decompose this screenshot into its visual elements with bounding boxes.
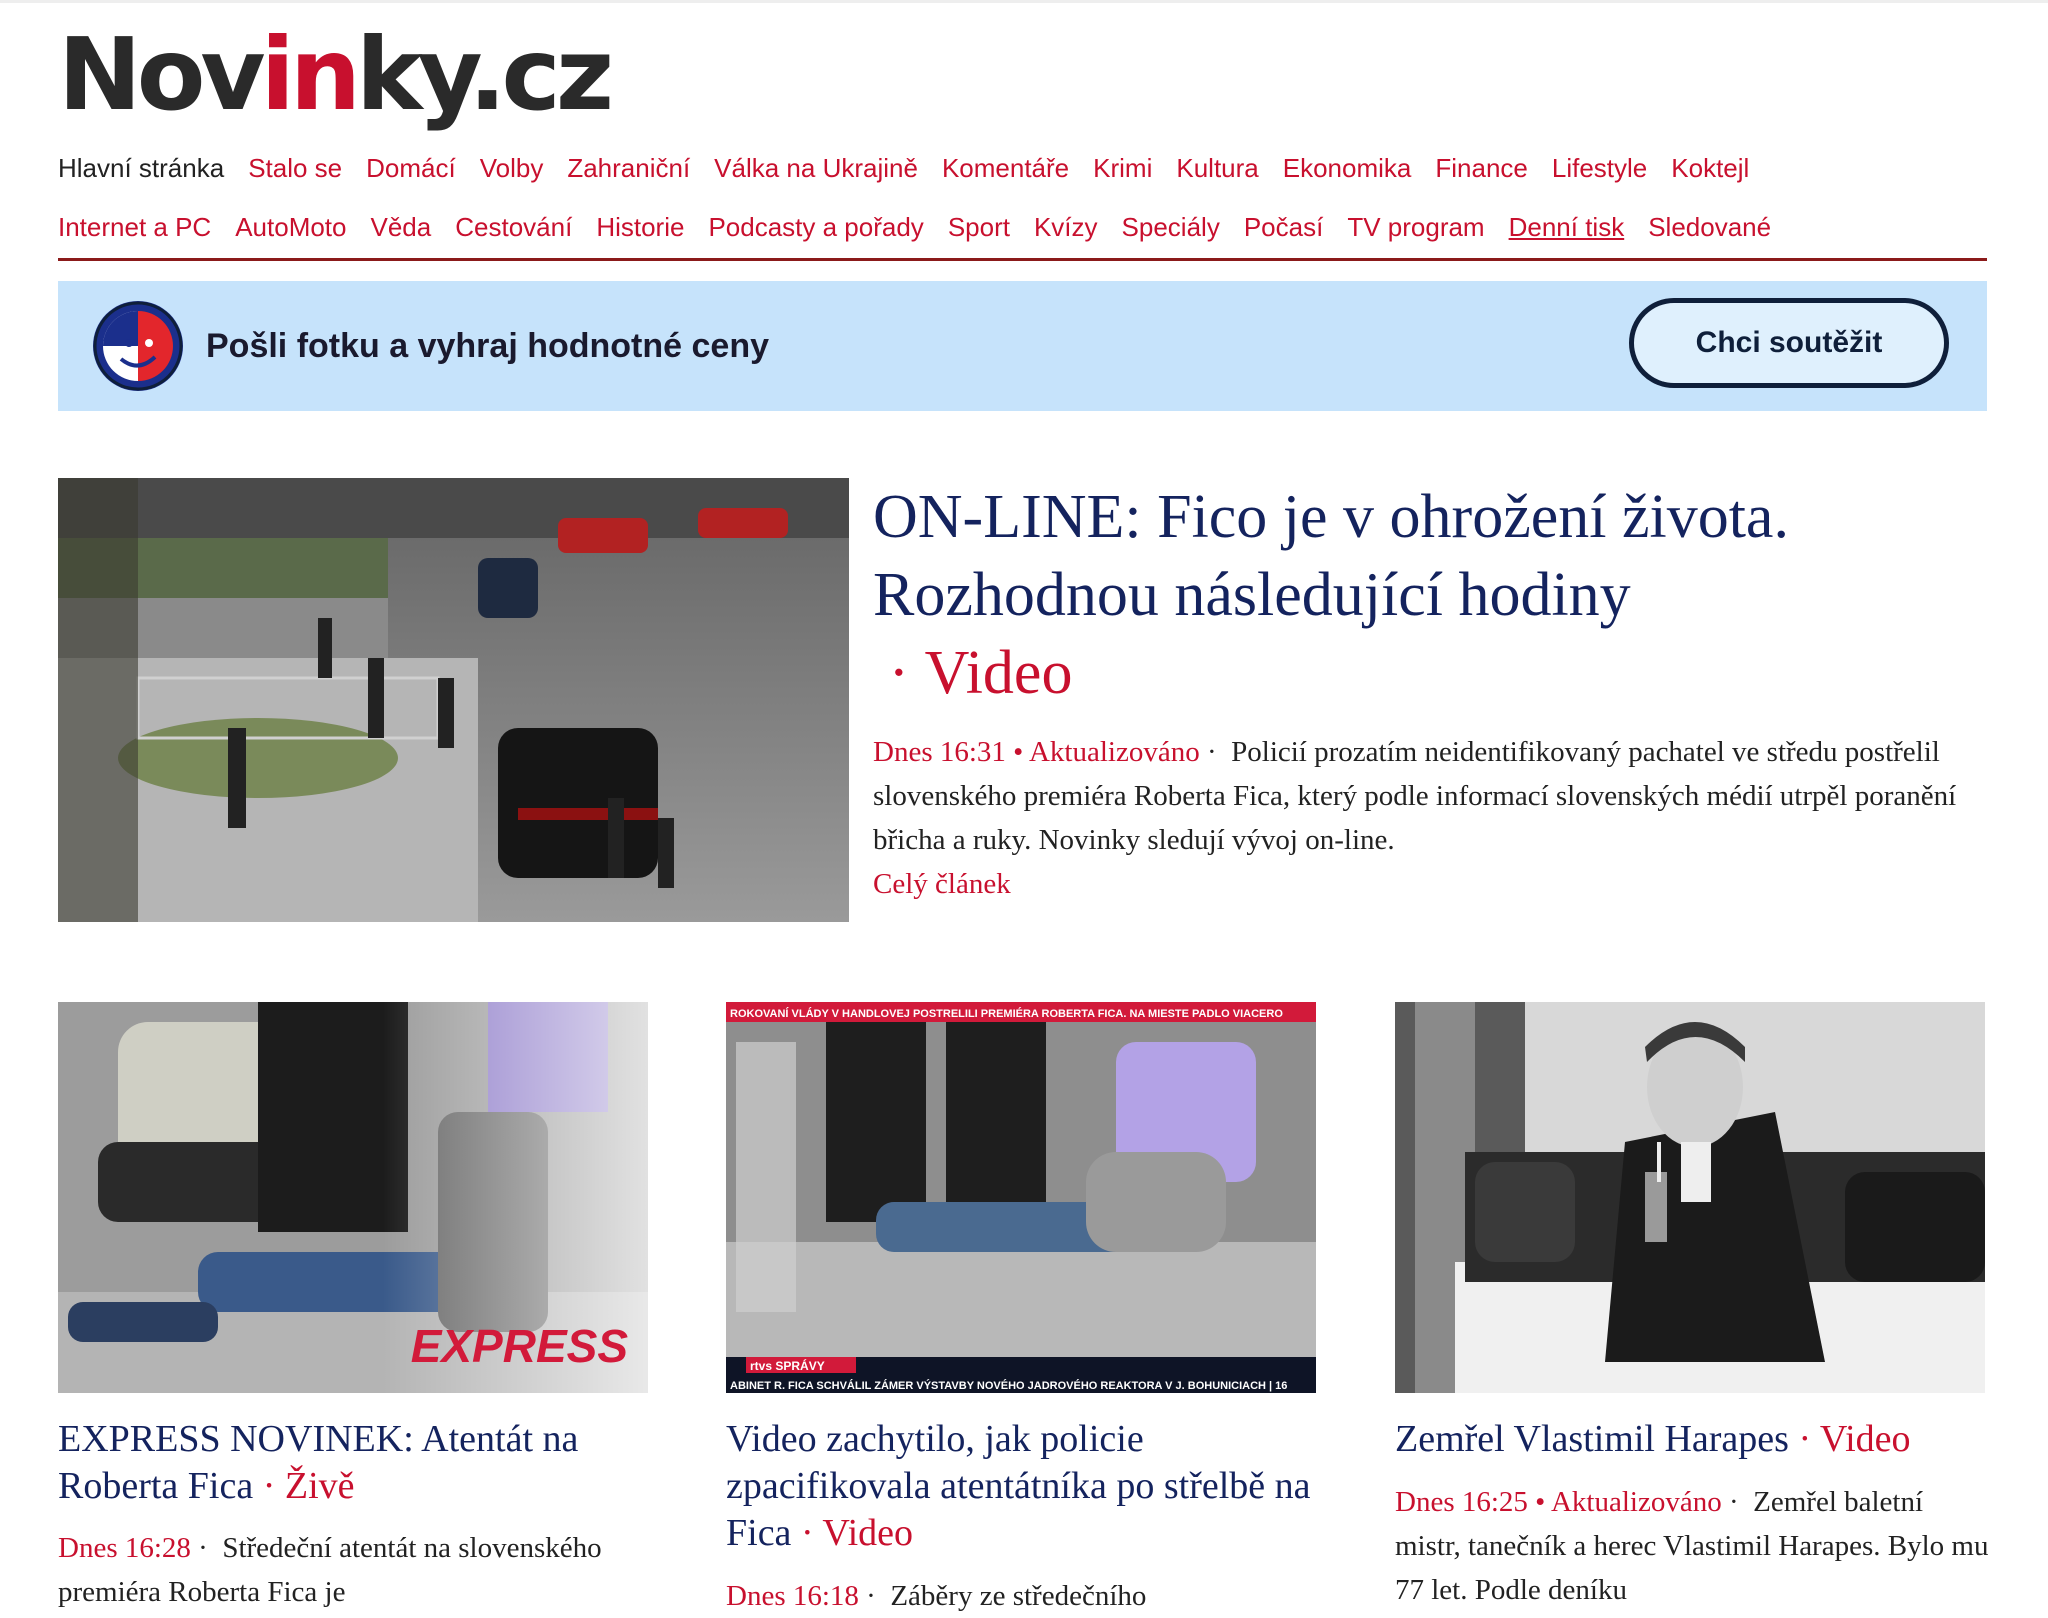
nav-item-cestovani[interactable]: Cestování xyxy=(455,209,572,245)
nav-item-denni-tisk[interactable]: Denní tisk xyxy=(1509,209,1625,245)
nav-item-podcasty[interactable]: Podcasty a pořady xyxy=(708,209,923,245)
card-2-tag[interactable]: Video xyxy=(822,1512,913,1554)
lead-article-image[interactable] xyxy=(58,478,849,922)
lead-article-headline[interactable]: ON-LINE: Fico je v ohrožení života. Rozh… xyxy=(873,478,1987,712)
nav-item-krimi[interactable]: Krimi xyxy=(1093,150,1152,186)
card-3-updated-label: Aktualizováno xyxy=(1550,1486,1722,1518)
card-2-rtvs-logo: rtvs SPRÁVY xyxy=(750,1358,825,1373)
top-border xyxy=(0,0,2048,3)
promo-text: Pošli fotku a vyhraj hodnotné ceny xyxy=(206,327,769,365)
logo-prefix: Nov xyxy=(58,16,266,133)
meta-dot: • xyxy=(1005,736,1029,768)
card-3-tag[interactable]: Video xyxy=(1820,1418,1911,1460)
card-2-headline[interactable]: Video zachytilo, jak policie zpacifikova… xyxy=(726,1416,1326,1557)
card-3-time: Dnes 16:25 xyxy=(1395,1486,1528,1518)
meta-dot: • xyxy=(1527,1486,1551,1518)
nav-item-volby[interactable]: Volby xyxy=(480,150,544,186)
lead-updated-label: Aktualizováno xyxy=(1028,736,1200,768)
nav-row-1: Hlavní stránka Stalo se Domácí Volby Zah… xyxy=(58,150,1773,186)
card-2-ticker-bottom: ABINET R. FICA SCHVÁLIL ZÁMER VÝSTAVBY N… xyxy=(730,1379,1287,1392)
nav-item-zahranicni[interactable]: Zahraniční xyxy=(567,150,690,186)
logo-suffix: ky.cz xyxy=(356,16,614,133)
promo-banner: Pošli fotku a vyhraj hodnotné ceny Chci … xyxy=(58,281,1987,411)
nav-divider xyxy=(58,258,1987,261)
tag-separator: · xyxy=(873,639,925,707)
meta-separator: · xyxy=(1721,1486,1754,1518)
lead-video-tag[interactable]: Video xyxy=(925,639,1073,707)
card-3-title[interactable]: Zemřel Vlastimil Harapes xyxy=(1395,1418,1789,1460)
logo-accent: in xyxy=(260,16,361,133)
tag-separator: · xyxy=(1788,1418,1820,1460)
card-1-tag[interactable]: Živě xyxy=(285,1465,355,1507)
nav-item-komentare[interactable]: Komentáře xyxy=(942,150,1069,186)
meta-separator: · xyxy=(858,1580,891,1612)
nav-item-domaci[interactable]: Domácí xyxy=(366,150,456,186)
nav-item-hlavni-stranka[interactable]: Hlavní stránka xyxy=(58,150,224,186)
card-2-meta: Dnes 16:18 · Záběry ze středečního xyxy=(726,1574,1326,1618)
card-1-image[interactable]: EXPRESS xyxy=(58,1002,648,1393)
lead-title-text[interactable]: ON-LINE: Fico je v ohrožení života. Rozh… xyxy=(873,483,1789,629)
tag-separator: · xyxy=(253,1465,285,1507)
card-1-time: Dnes 16:28 xyxy=(58,1532,191,1564)
card-3-meta: Dnes 16:25 • Aktualizováno · Zemřel bale… xyxy=(1395,1480,1995,1612)
nav-row-2: Internet a PC AutoMoto Věda Cestování Hi… xyxy=(58,209,1795,245)
nav-item-lifestyle[interactable]: Lifestyle xyxy=(1552,150,1647,186)
card-2-perex: Záběry ze středečního xyxy=(890,1580,1147,1612)
nav-item-automoto[interactable]: AutoMoto xyxy=(235,209,346,245)
nav-item-sledovane[interactable]: Sledované xyxy=(1648,209,1771,245)
nav-item-pocasi[interactable]: Počasí xyxy=(1244,209,1324,245)
nav-item-specialy[interactable]: Speciály xyxy=(1122,209,1220,245)
promo-badge-icon xyxy=(91,299,185,393)
nav-item-finance[interactable]: Finance xyxy=(1435,150,1528,186)
site-logo[interactable]: Novinky.cz xyxy=(58,20,614,130)
lead-article-meta: Dnes 16:31 • Aktualizováno · Policií pro… xyxy=(873,730,1987,906)
promo-cta-button[interactable]: Chci soutěžit xyxy=(1629,298,1949,388)
meta-separator: · xyxy=(1199,736,1232,768)
nav-item-veda[interactable]: Věda xyxy=(371,209,432,245)
card-3-headline[interactable]: Zemřel Vlastimil Harapes · Video xyxy=(1395,1416,1995,1463)
nav-item-koktejl[interactable]: Koktejl xyxy=(1671,150,1749,186)
card-1-express-watermark: EXPRESS xyxy=(411,1320,629,1372)
nav-item-internet-a-pc[interactable]: Internet a PC xyxy=(58,209,211,245)
nav-item-kultura[interactable]: Kultura xyxy=(1176,150,1258,186)
lead-time: Dnes 16:31 xyxy=(873,736,1006,768)
tag-separator: · xyxy=(791,1512,823,1554)
card-3-image[interactable] xyxy=(1395,1002,1985,1393)
card-2-time: Dnes 16:18 xyxy=(726,1580,859,1612)
card-1-meta: Dnes 16:28 · Středeční atentát na sloven… xyxy=(58,1526,658,1614)
lead-read-more-link[interactable]: Celý článek xyxy=(873,868,1011,900)
nav-item-tv-program[interactable]: TV program xyxy=(1347,209,1484,245)
nav-item-kvizy[interactable]: Kvízy xyxy=(1034,209,1098,245)
nav-item-stalo-se[interactable]: Stalo se xyxy=(248,150,342,186)
nav-item-valka-na-ukrajine[interactable]: Válka na Ukrajině xyxy=(714,150,918,186)
card-2-image[interactable]: ROKOVANÍ VLÁDY V HANDLOVEJ POSTRELILI PR… xyxy=(726,1002,1316,1393)
card-2-ticker-top: ROKOVANÍ VLÁDY V HANDLOVEJ POSTRELILI PR… xyxy=(730,1007,1283,1020)
nav-item-ekonomika[interactable]: Ekonomika xyxy=(1283,150,1412,186)
meta-separator: · xyxy=(190,1532,223,1564)
nav-item-sport[interactable]: Sport xyxy=(948,209,1010,245)
nav-item-historie[interactable]: Historie xyxy=(596,209,684,245)
card-1-headline[interactable]: EXPRESS NOVINEK: Atentát na Roberta Fica… xyxy=(58,1416,658,1510)
